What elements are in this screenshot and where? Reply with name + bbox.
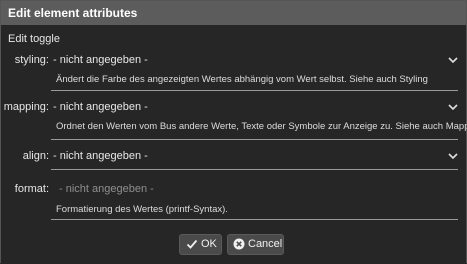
align-select[interactable]: - nicht angegeben - — [53, 150, 458, 166]
format-input-placeholder: - nicht angegeben - — [59, 183, 154, 195]
mapping-hint: Ordnet den Werten vom Bus andere Werte, … — [56, 121, 467, 132]
styling-divider — [51, 90, 458, 91]
dialog-body: Edit toggle styling: - nicht angegeben -… — [1, 25, 467, 264]
format-divider — [51, 219, 458, 220]
align-divider — [51, 169, 458, 170]
cancel-button[interactable]: Cancel — [227, 234, 284, 255]
styling-select[interactable]: - nicht angegeben - — [53, 54, 458, 70]
align-label: align: — [22, 150, 49, 162]
ok-button-label: OK — [201, 238, 217, 250]
cancel-button-label: Cancel — [248, 238, 283, 250]
styling-label: styling: — [14, 54, 49, 66]
ok-button[interactable]: OK — [179, 234, 222, 255]
align-select-value: - nicht angegeben - — [53, 150, 148, 162]
format-hint: Formatierung des Wertes (printf-Syntax). — [56, 204, 228, 215]
format-label: format: — [14, 183, 49, 195]
dialog-title: Edit element attributes — [1, 1, 466, 25]
chevron-down-icon — [448, 153, 458, 160]
mapping-divider — [51, 139, 458, 140]
format-input[interactable]: - nicht angegeben - — [59, 183, 458, 199]
check-icon — [186, 239, 198, 249]
chevron-down-icon — [448, 104, 458, 111]
cancel-circle-icon — [233, 238, 245, 250]
styling-hint: Ändert die Farbe des angezeigten Wertes … — [56, 74, 428, 85]
styling-select-value: - nicht angegeben - — [53, 54, 148, 66]
mapping-select[interactable]: - nicht angegeben - — [53, 101, 458, 117]
section-title: Edit toggle — [8, 33, 60, 45]
mapping-select-value: - nicht angegeben - — [53, 101, 148, 113]
mapping-label: mapping: — [3, 101, 49, 113]
chevron-down-icon — [448, 57, 458, 64]
edit-element-attributes-dialog: Edit element attributes Edit toggle styl… — [0, 0, 467, 264]
